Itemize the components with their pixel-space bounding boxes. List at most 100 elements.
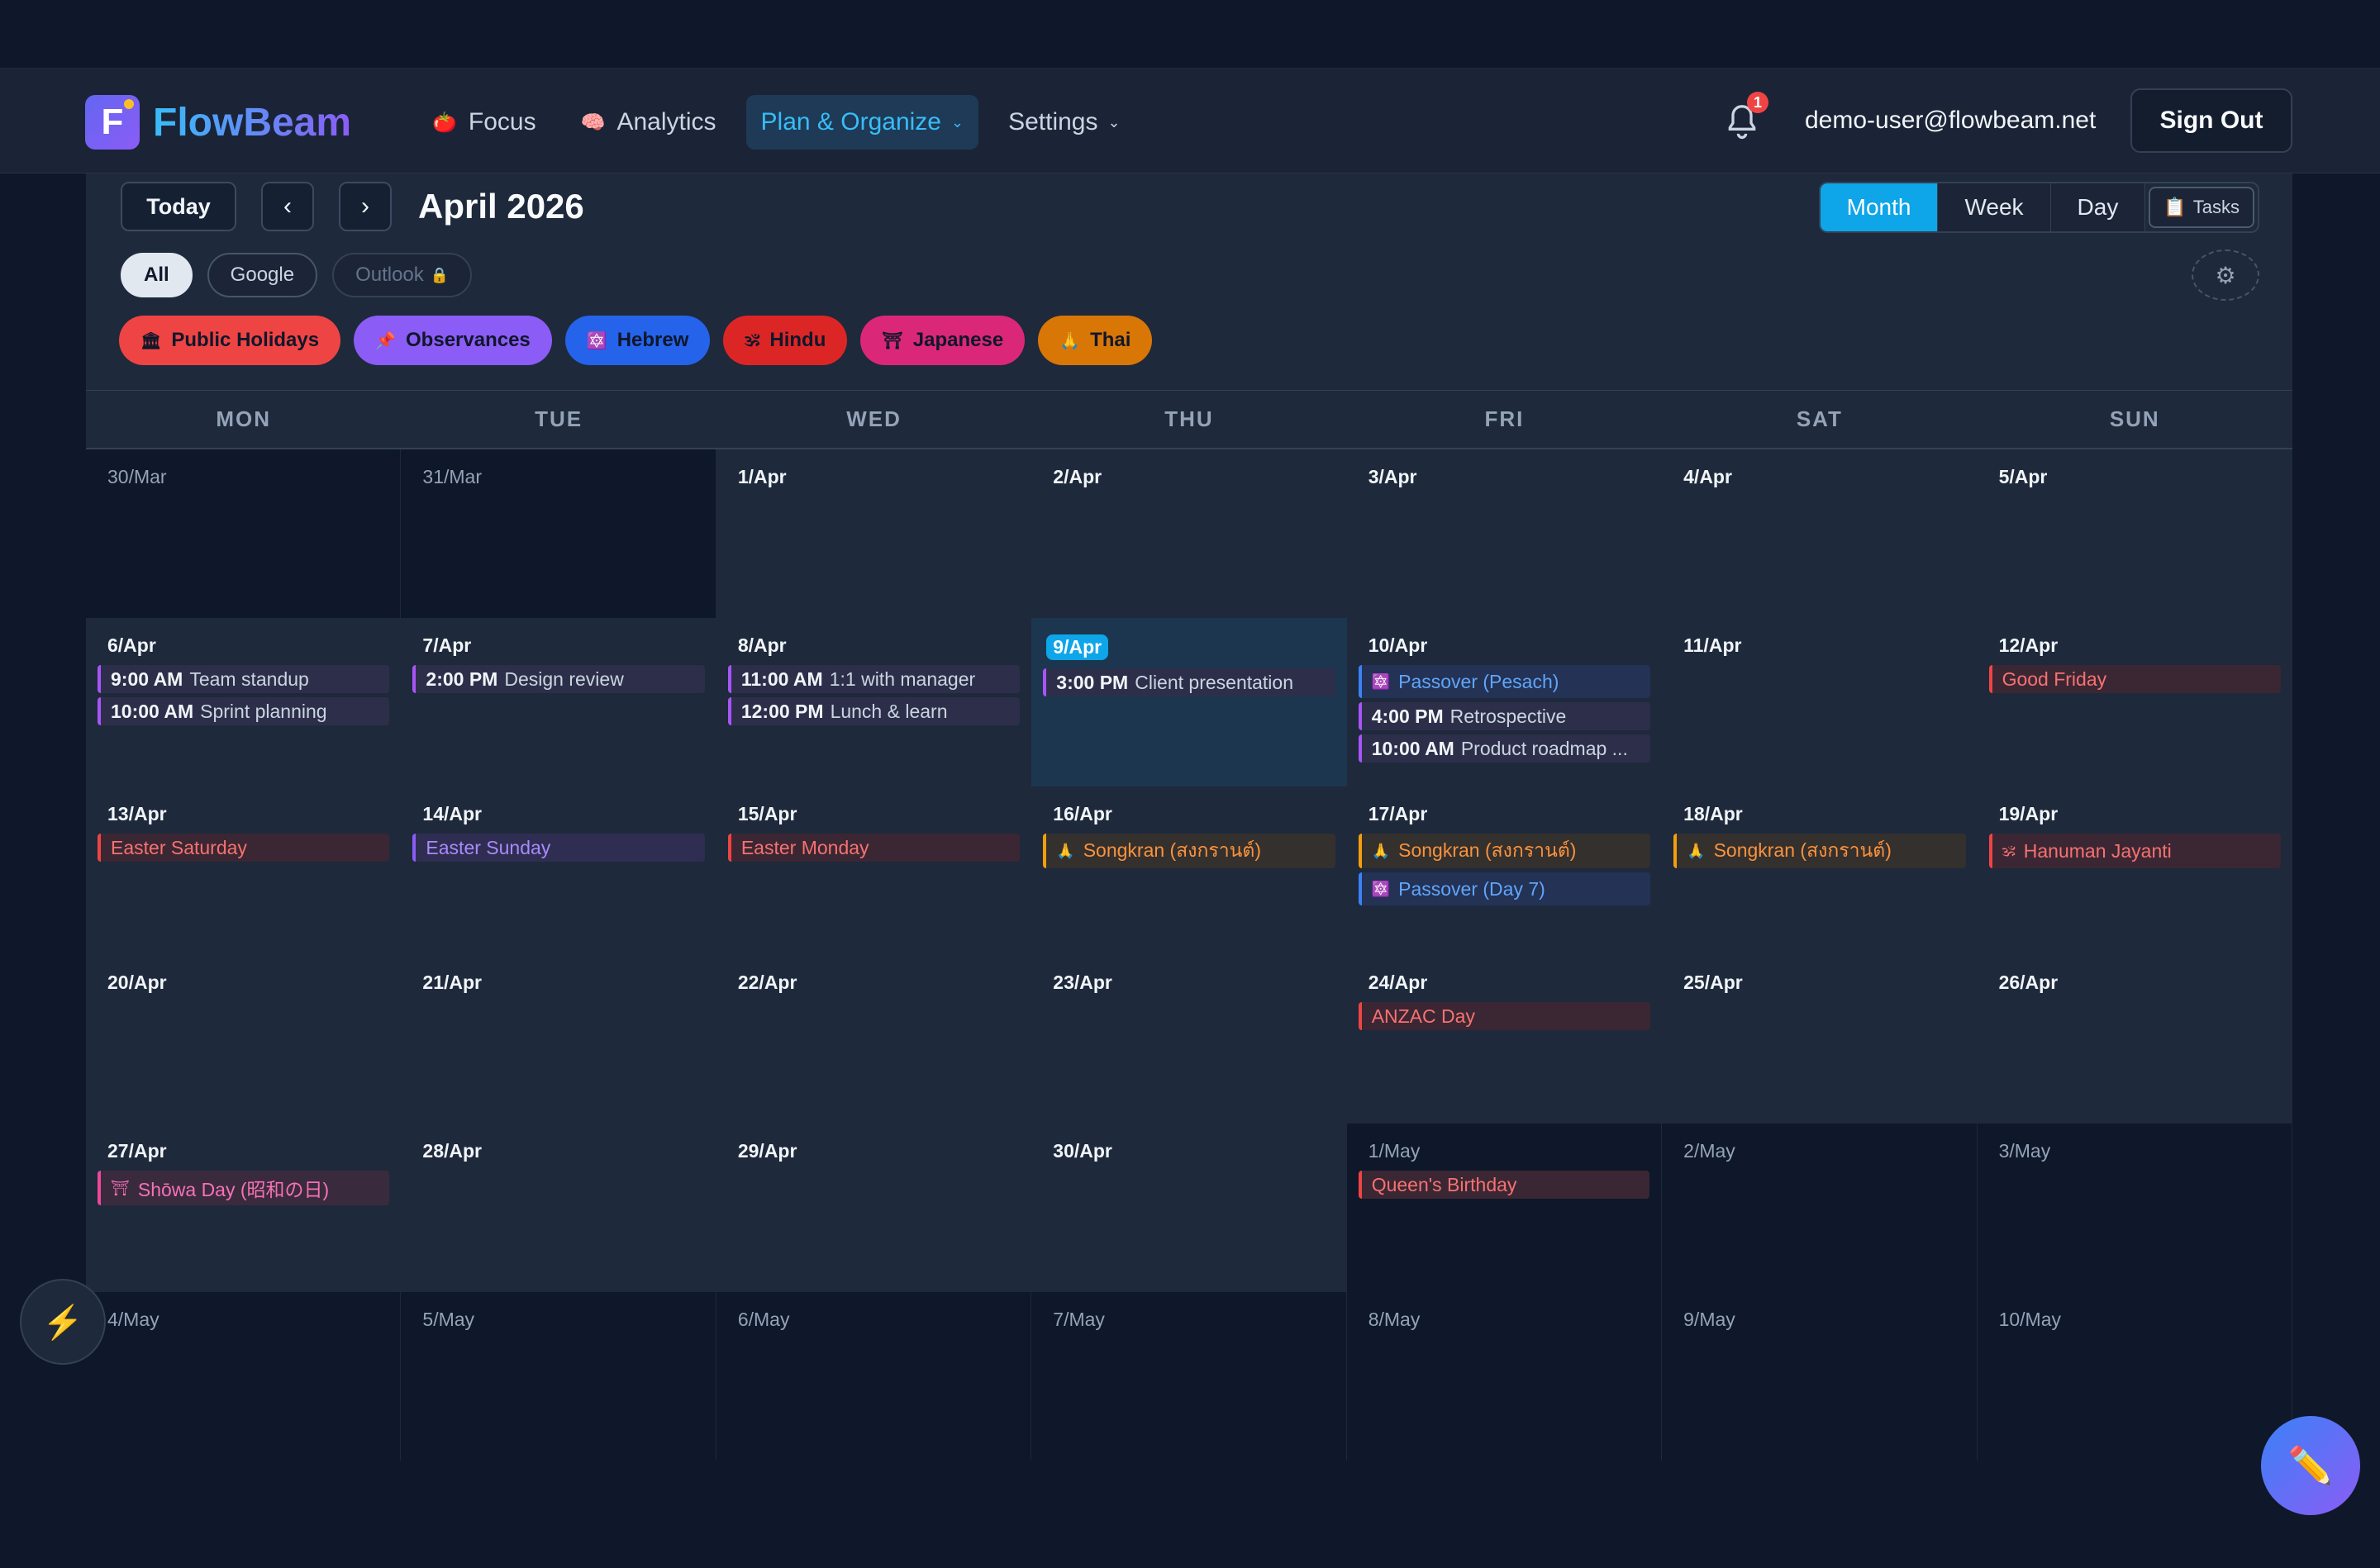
day-cell[interactable]: 11/Apr bbox=[1662, 618, 1977, 786]
day-cell[interactable]: 8/Apr 11:00 AM 1:1 with manager 12:00 PM Lun… bbox=[716, 618, 1031, 786]
event-time: 2:00 PM bbox=[426, 668, 498, 690]
day-cell[interactable]: 2/Apr bbox=[1031, 449, 1346, 618]
calendar-event[interactable]: 10:00 AM Product roadmap ... bbox=[1358, 734, 1651, 763]
date-label: 16/Apr bbox=[1053, 803, 1112, 824]
day-cell[interactable]: 19/Apr 🕉 Hanuman Jayanti bbox=[1978, 786, 2292, 955]
day-cell[interactable]: 14/Apr Easter Sunday bbox=[401, 786, 716, 955]
day-cell[interactable]: 7/May bbox=[1031, 1292, 1347, 1461]
nav-analytics[interactable]: 🧠 Analytics bbox=[566, 95, 731, 150]
day-cell[interactable]: 22/Apr bbox=[716, 955, 1031, 1124]
day-cell[interactable]: 27/Apr ⛩ Shōwa Day (昭和の日) bbox=[86, 1124, 401, 1292]
day-cell[interactable]: 17/Apr 🙏 Songkran (สงกรานต์) 🔯 Passover (Day… bbox=[1347, 786, 1662, 955]
quick-actions-button[interactable]: ⚡ bbox=[20, 1279, 106, 1365]
holiday-event[interactable]: 🙏 Songkran (สงกรานต์) bbox=[1043, 834, 1335, 868]
sign-out-button[interactable]: Sign Out bbox=[2130, 88, 2292, 153]
calendar-event[interactable]: 10:00 AM Sprint planning bbox=[98, 697, 390, 725]
day-cell[interactable]: 1/May Queen's Birthday bbox=[1346, 1124, 1663, 1292]
day-cell[interactable]: 24/Apr ANZAC Day bbox=[1347, 955, 1662, 1124]
day-cell[interactable]: 30/Mar bbox=[86, 449, 402, 618]
date-label: 20/Apr bbox=[107, 972, 167, 993]
calendar-event[interactable]: 3:00 PM Client presentation bbox=[1043, 668, 1335, 696]
day-cell[interactable]: 10/Apr 🔯 Passover (Pesach) 4:00 PM Retrospec… bbox=[1347, 618, 1662, 786]
filter-observances[interactable]: 📌 Observances bbox=[354, 316, 552, 365]
day-cell[interactable]: 6/May bbox=[716, 1292, 1032, 1461]
today-button[interactable]: Today bbox=[121, 182, 236, 231]
calendar-event[interactable]: 4:00 PM Retrospective bbox=[1358, 702, 1651, 730]
day-cell[interactable]: 3/Apr bbox=[1347, 449, 1662, 618]
day-cell[interactable]: 31/Mar bbox=[401, 449, 716, 618]
day-cell[interactable]: 9/Apr 3:00 PM Client presentation bbox=[1031, 618, 1347, 786]
calendar-event[interactable]: 12:00 PM Lunch & learn bbox=[727, 697, 1021, 725]
day-cell[interactable]: 9/May bbox=[1662, 1292, 1978, 1461]
day-cell[interactable]: 12/Apr Good Friday bbox=[1978, 618, 2292, 786]
day-cell[interactable]: 7/Apr 2:00 PM Design review bbox=[401, 618, 716, 786]
day-cell[interactable]: 18/Apr 🙏 Songkran (สงกรานต์) bbox=[1662, 786, 1977, 955]
calendar-event[interactable]: 9:00 AM Team standup bbox=[98, 665, 390, 693]
filter-icon: 🙏 bbox=[1059, 331, 1081, 350]
day-cell[interactable]: 2/May bbox=[1662, 1124, 1978, 1292]
day-cell[interactable]: 4/May bbox=[86, 1292, 402, 1461]
next-month-button[interactable]: › bbox=[339, 182, 392, 231]
prev-month-button[interactable]: ‹ bbox=[261, 182, 314, 231]
new-event-button[interactable]: ✏️ bbox=[2261, 1416, 2360, 1515]
day-cell[interactable]: 8/May bbox=[1346, 1292, 1663, 1461]
holiday-event[interactable]: 🔯 Passover (Pesach) bbox=[1358, 665, 1651, 698]
filter-public-holidays[interactable]: 🏛 Public Holidays bbox=[119, 316, 341, 365]
day-cell[interactable]: 21/Apr bbox=[401, 955, 716, 1124]
calendar-event[interactable]: 11:00 AM 1:1 with manager bbox=[727, 665, 1021, 693]
day-cell[interactable]: 4/Apr bbox=[1662, 449, 1977, 618]
holiday-event[interactable]: ANZAC Day bbox=[1358, 1002, 1651, 1030]
day-cell[interactable]: 30/Apr bbox=[1031, 1124, 1346, 1292]
holiday-event[interactable]: Good Friday bbox=[1988, 665, 2281, 693]
filter-japanese[interactable]: ⛩ Japanese bbox=[860, 316, 1026, 365]
source-google[interactable]: Google bbox=[207, 253, 318, 297]
holiday-event[interactable]: Easter Monday bbox=[727, 834, 1021, 862]
holiday-event[interactable]: 🙏 Songkran (สงกรานต์) bbox=[1358, 834, 1651, 868]
tasks-button[interactable]: 📋 Tasks bbox=[2149, 187, 2254, 228]
day-cell[interactable]: 5/Apr bbox=[1978, 449, 2292, 618]
day-cell[interactable]: 23/Apr bbox=[1031, 955, 1346, 1124]
calendar-event[interactable]: 2:00 PM Design review bbox=[412, 665, 705, 693]
day-cell[interactable]: 16/Apr 🙏 Songkran (สงกรานต์) bbox=[1031, 786, 1346, 955]
day-cell[interactable]: 10/May bbox=[1977, 1292, 2292, 1461]
view-week-button[interactable]: Week bbox=[1938, 183, 2051, 231]
day-cell[interactable]: 6/Apr 9:00 AM Team standup 10:00 AM Sprint p… bbox=[86, 618, 401, 786]
day-cell[interactable]: 15/Apr Easter Monday bbox=[716, 786, 1031, 955]
day-cell[interactable]: 13/Apr Easter Saturday bbox=[86, 786, 401, 955]
filter-hindu[interactable]: 🕉 Hindu bbox=[723, 316, 848, 365]
source-all[interactable]: All bbox=[121, 253, 193, 297]
holiday-event[interactable]: 🙏 Songkran (สงกรานต์) bbox=[1673, 834, 1966, 868]
filter-icon: 📌 bbox=[375, 331, 397, 350]
filter-icon: ⛩ bbox=[882, 331, 903, 350]
view-month-button[interactable]: Month bbox=[1820, 183, 1939, 231]
view-day-button[interactable]: Day bbox=[2050, 183, 2146, 231]
day-cell[interactable]: 1/Apr bbox=[716, 449, 1031, 618]
nav-focus[interactable]: 🍅 Focus bbox=[417, 95, 551, 150]
day-cell[interactable]: 28/Apr bbox=[401, 1124, 716, 1292]
source-outlook[interactable]: Outlook 🔒 bbox=[332, 253, 473, 297]
app-logo[interactable]: F FlowBeam bbox=[85, 95, 351, 150]
date-label: 6/Apr bbox=[107, 634, 156, 656]
holiday-event[interactable]: 🔯 Passover (Day 7) bbox=[1358, 872, 1651, 905]
holiday-event[interactable]: Easter Sunday bbox=[412, 834, 705, 862]
date-label: 7/May bbox=[1053, 1309, 1105, 1330]
day-cell[interactable]: 3/May bbox=[1977, 1124, 2292, 1292]
holiday-event[interactable]: Easter Saturday bbox=[98, 834, 390, 862]
holiday-event[interactable]: Queen's Birthday bbox=[1358, 1171, 1650, 1199]
day-cell[interactable]: 25/Apr bbox=[1662, 955, 1977, 1124]
filter-hebrew[interactable]: 🔯 Hebrew bbox=[564, 316, 711, 365]
month-grid: 30/Mar 31/Mar 1/Apr 2/Apr 3/Apr 4/Apr 5/Apr 6/A… bbox=[86, 449, 2292, 1461]
day-cell[interactable]: 29/Apr bbox=[716, 1124, 1031, 1292]
gear-icon[interactable]: ⚙ bbox=[2192, 249, 2259, 301]
today-date-label: 9/Apr bbox=[1046, 634, 1109, 660]
holiday-event[interactable]: 🕉 Hanuman Jayanti bbox=[1988, 834, 2281, 868]
day-cell[interactable]: 26/Apr bbox=[1978, 955, 2292, 1124]
nav-settings[interactable]: Settings ⌄ bbox=[993, 95, 1135, 150]
filter-thai[interactable]: 🙏 Thai bbox=[1038, 316, 1153, 365]
day-cell[interactable]: 5/May bbox=[401, 1292, 716, 1461]
holiday-event[interactable]: ⛩ Shōwa Day (昭和の日) bbox=[98, 1171, 390, 1205]
day-cell[interactable]: 20/Apr bbox=[86, 955, 401, 1124]
event-time: 12:00 PM bbox=[740, 700, 824, 722]
nav-plan-organize[interactable]: Plan & Organize ⌄ bbox=[745, 95, 979, 150]
chevron-down-icon: ⌄ bbox=[950, 113, 964, 131]
